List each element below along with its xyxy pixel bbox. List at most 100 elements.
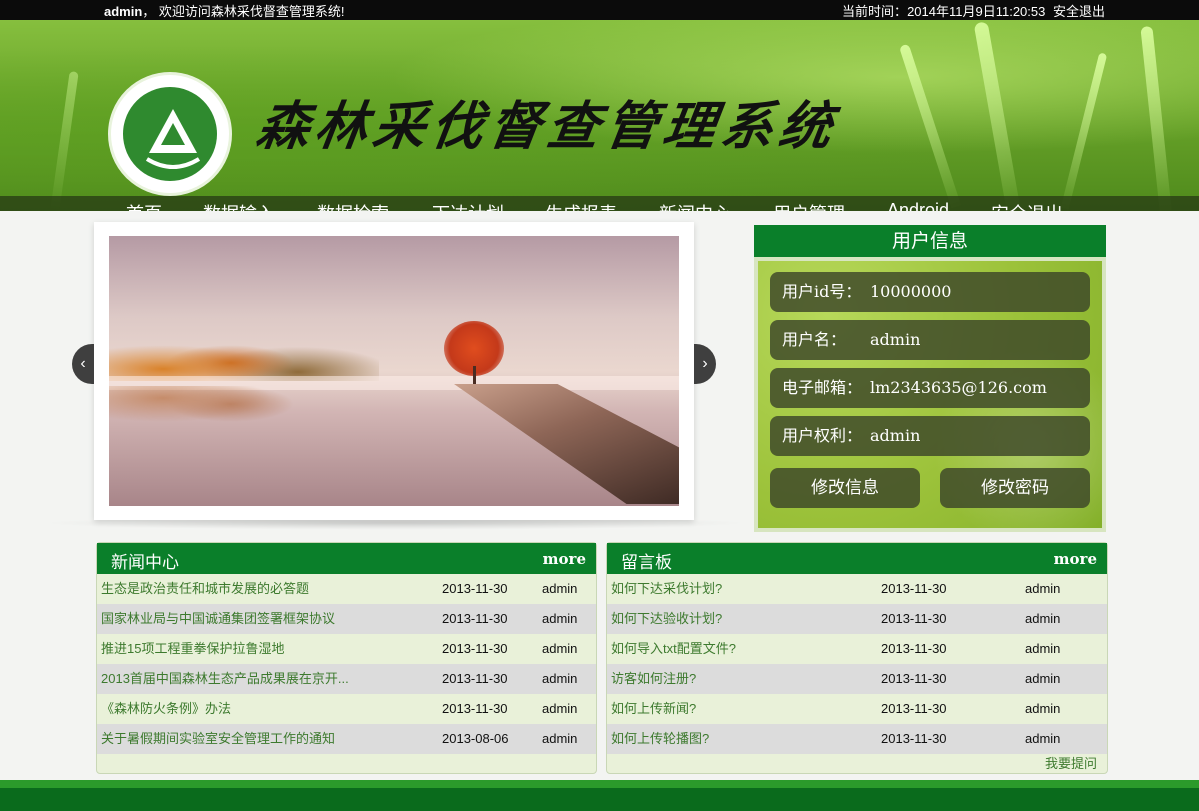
news-title-link[interactable]: 关于暑假期间实验室安全管理工作的通知 bbox=[101, 724, 335, 754]
nav-android[interactable]: Android bbox=[887, 200, 949, 211]
board-row: 访客如何注册? 2013-11-30 admin bbox=[607, 664, 1107, 694]
board-date: 2013-11-30 bbox=[881, 641, 947, 656]
slider-image[interactable] bbox=[109, 236, 679, 506]
user-info-body: 用户id号： 10000000 用户名： admin 电子邮箱： lm23436… bbox=[754, 257, 1106, 532]
nav-user-management[interactable]: 用户管理 bbox=[773, 200, 845, 211]
nav-issue-plan[interactable]: 下达计划 bbox=[432, 200, 504, 211]
news-date: 2013-11-30 bbox=[442, 641, 508, 656]
news-row: 关于暑假期间实验室安全管理工作的通知 2013-08-06 admin bbox=[97, 724, 596, 754]
grass-blade bbox=[898, 43, 962, 209]
main-nav: 首页 数据输入 数据检索 下达计划 生成报表 新闻中心 用户管理 Android… bbox=[0, 196, 1199, 211]
board-date: 2013-11-30 bbox=[881, 671, 947, 686]
edit-password-button[interactable]: 修改密码 bbox=[940, 468, 1090, 508]
user-id-row: 用户id号： 10000000 bbox=[770, 272, 1090, 312]
board-date: 2013-11-30 bbox=[881, 581, 947, 596]
university-logo bbox=[108, 72, 232, 196]
user-role-label: 用户权利： bbox=[782, 426, 863, 445]
news-date: 2013-11-30 bbox=[442, 611, 508, 626]
board-question-link[interactable]: 如何下达采伐计划? bbox=[611, 574, 722, 604]
slider-prev-button[interactable]: ‹ bbox=[72, 344, 94, 384]
user-id-label: 用户id号： bbox=[782, 282, 862, 301]
board-question-link[interactable]: 如何导入txt配置文件? bbox=[611, 634, 736, 664]
tree-reflection bbox=[109, 386, 379, 446]
board-question-link[interactable]: 如何上传新闻? bbox=[611, 694, 696, 724]
news-author: admin bbox=[542, 701, 578, 716]
news-row: 推进15项工程重拳保护拉鲁湿地 2013-11-30 admin bbox=[97, 634, 596, 664]
top-logout-link[interactable]: 安全退出 bbox=[1053, 4, 1105, 19]
board-author: admin bbox=[1025, 701, 1061, 716]
welcome-text: 欢迎访问森林采伐督查管理系统! bbox=[158, 4, 345, 19]
news-title-link[interactable]: 生态是政治责任和城市发展的必答题 bbox=[101, 574, 309, 604]
grass-blade bbox=[1140, 25, 1172, 211]
site-title: 森林采伐督查管理系统 bbox=[253, 96, 842, 157]
nav-logout[interactable]: 安全退出 bbox=[991, 200, 1063, 211]
board-row: 如何上传新闻? 2013-11-30 admin bbox=[607, 694, 1107, 724]
header-banner: 森林采伐督查管理系统 首页 数据输入 数据检索 下达计划 生成报表 新闻中心 用… bbox=[0, 20, 1199, 211]
board-date: 2013-11-30 bbox=[881, 731, 947, 746]
board-row: 如何下达验收计划? 2013-11-30 admin bbox=[607, 604, 1107, 634]
nav-data-input[interactable]: 数据输入 bbox=[203, 200, 275, 211]
news-row: 《森林防火条例》办法 2013-11-30 admin bbox=[97, 694, 596, 724]
edit-info-button[interactable]: 修改信息 bbox=[770, 468, 920, 508]
news-more-link[interactable]: more bbox=[543, 550, 586, 568]
board-row: 如何上传轮播图? 2013-11-30 admin bbox=[607, 724, 1107, 754]
board-box-header: 留言板 more bbox=[607, 543, 1107, 574]
footer-bar bbox=[0, 780, 1199, 811]
news-title-link[interactable]: 2013首届中国森林生态产品成果展在京开... bbox=[101, 664, 349, 694]
user-info-title: 用户信息 bbox=[754, 225, 1106, 257]
news-box-title: 新闻中心 bbox=[111, 553, 179, 573]
news-row: 国家林业局与中国诚通集团签署框架协议 2013-11-30 admin bbox=[97, 604, 596, 634]
board-row: 如何导入txt配置文件? 2013-11-30 admin bbox=[607, 634, 1107, 664]
news-date: 2013-11-30 bbox=[442, 581, 508, 596]
autumn-trees bbox=[109, 321, 379, 381]
nav-news-center[interactable]: 新闻中心 bbox=[659, 200, 731, 211]
user-name-value: admin bbox=[870, 330, 921, 349]
nav-data-search[interactable]: 数据检索 bbox=[317, 200, 389, 211]
news-box: 新闻中心 more 生态是政治责任和城市发展的必答题 2013-11-30 ad… bbox=[96, 542, 597, 774]
news-title-link[interactable]: 《森林防火条例》办法 bbox=[101, 694, 231, 724]
board-author: admin bbox=[1025, 731, 1061, 746]
board-author: admin bbox=[1025, 581, 1061, 596]
ask-question-link[interactable]: 我要提问 bbox=[1045, 753, 1097, 772]
news-row: 2013首届中国森林生态产品成果展在京开... 2013-11-30 admin bbox=[97, 664, 596, 694]
pier bbox=[454, 384, 679, 504]
user-role-row: 用户权利： admin bbox=[770, 416, 1090, 456]
user-role-value: admin bbox=[870, 426, 921, 445]
news-date: 2013-11-30 bbox=[442, 671, 508, 686]
news-title-link[interactable]: 推进15项工程重拳保护拉鲁湿地 bbox=[101, 634, 284, 664]
news-date: 2013-11-30 bbox=[442, 701, 508, 716]
grass-blade bbox=[50, 71, 79, 211]
user-name-label: 用户名： bbox=[782, 330, 847, 349]
news-date: 2013-08-06 bbox=[442, 731, 509, 746]
time-label: 当前时间： bbox=[842, 4, 908, 19]
top-bar-right: 当前时间：2014年11月9日11:20:53 安全退出 bbox=[842, 1, 1105, 20]
board-date: 2013-11-30 bbox=[881, 701, 947, 716]
news-title-link[interactable]: 国家林业局与中国诚通集团签署框架协议 bbox=[101, 604, 335, 634]
logo-mark-icon bbox=[145, 109, 201, 169]
news-author: admin bbox=[542, 671, 578, 686]
board-box-title: 留言板 bbox=[621, 553, 672, 573]
welcome-message: admin， 欢迎访问森林采伐督查管理系统! bbox=[104, 4, 345, 19]
grass-blade bbox=[973, 21, 1021, 211]
user-email-label: 电子邮箱： bbox=[782, 378, 863, 397]
board-question-link[interactable]: 访客如何注册? bbox=[611, 664, 696, 694]
user-email-row: 电子邮箱： lm2343635@126.com bbox=[770, 368, 1090, 408]
board-row: 如何下达采伐计划? 2013-11-30 admin bbox=[607, 574, 1107, 604]
user-name-row: 用户名： admin bbox=[770, 320, 1090, 360]
time-value: 2014年11月9日11:20:53 bbox=[907, 4, 1046, 19]
slider-next-button[interactable]: › bbox=[694, 344, 716, 384]
board-question-link[interactable]: 如何上传轮播图? bbox=[611, 724, 709, 754]
board-date: 2013-11-30 bbox=[881, 611, 947, 626]
nav-generate-report[interactable]: 生成报表 bbox=[545, 200, 617, 211]
board-more-link[interactable]: more bbox=[1054, 550, 1097, 568]
news-author: admin bbox=[542, 611, 578, 626]
grass-blade bbox=[1060, 52, 1108, 210]
message-board-box: 留言板 more 如何下达采伐计划? 2013-11-30 admin 如何下达… bbox=[606, 542, 1108, 774]
news-author: admin bbox=[542, 641, 578, 656]
nav-home[interactable]: 首页 bbox=[126, 200, 162, 211]
board-question-link[interactable]: 如何下达验收计划? bbox=[611, 604, 722, 634]
board-author: admin bbox=[1025, 641, 1061, 656]
board-author: admin bbox=[1025, 671, 1061, 686]
news-row: 生态是政治责任和城市发展的必答题 2013-11-30 admin bbox=[97, 574, 596, 604]
top-bar: admin， 欢迎访问森林采伐督查管理系统! 当前时间：2014年11月9日11… bbox=[0, 0, 1199, 20]
